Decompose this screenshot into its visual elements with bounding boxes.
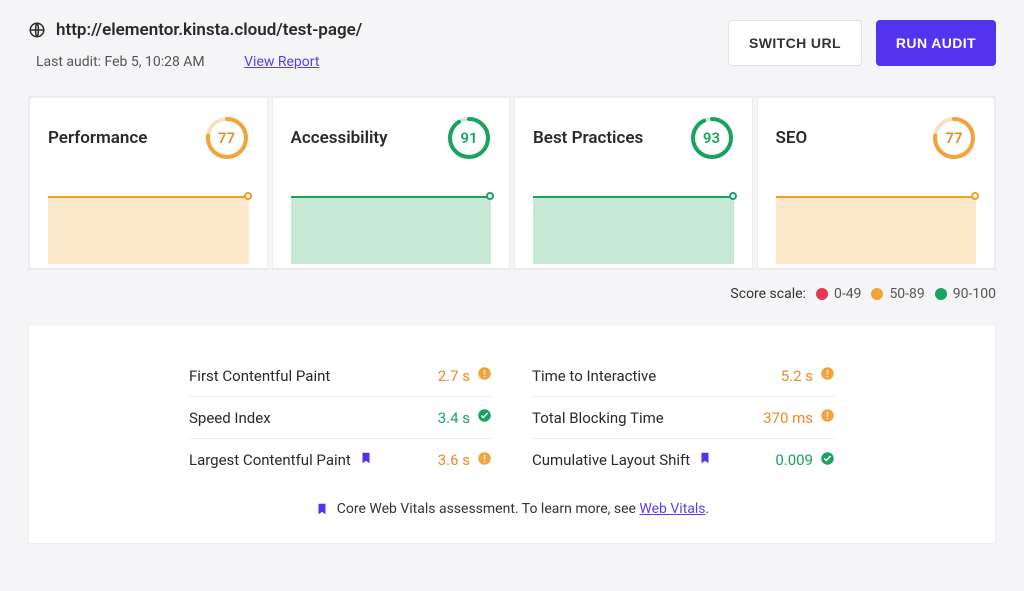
vitals-suffix: . — [706, 501, 710, 517]
check-icon — [477, 408, 492, 427]
metrics-col-left: First Contentful Paint 2.7 s Speed Index 3.… — [189, 355, 492, 481]
score-scale: Score scale: 0-49 50-89 90-100 — [28, 286, 996, 302]
metric-name: Largest Contentful Paint — [189, 450, 373, 470]
scorecards: Performance 77 Accessibility 91 Best Pra… — [28, 96, 996, 270]
url-row: http://elementor.kinsta.cloud/test-page/ — [28, 20, 728, 40]
header: http://elementor.kinsta.cloud/test-page/… — [28, 20, 996, 70]
card-title: Accessibility — [291, 128, 388, 148]
gauge-score: 77 — [932, 116, 976, 160]
page-url: http://elementor.kinsta.cloud/test-page/ — [56, 20, 362, 40]
switch-url-button[interactable]: SWITCH URL — [728, 20, 862, 66]
sparkline — [533, 196, 734, 268]
bookmark-icon — [698, 450, 712, 470]
gauge-performance: 77 — [205, 116, 249, 160]
card-title: Best Practices — [533, 128, 643, 148]
warn-icon — [820, 408, 835, 427]
scorecard-accessibility[interactable]: Accessibility 91 — [272, 97, 511, 269]
sparkline — [48, 196, 249, 268]
dot-orange-icon — [871, 288, 883, 300]
check-icon — [820, 451, 835, 470]
scorecard-performance[interactable]: Performance 77 — [29, 97, 268, 269]
warn-icon — [477, 366, 492, 385]
header-left: http://elementor.kinsta.cloud/test-page/… — [28, 20, 728, 70]
header-actions: SWITCH URL RUN AUDIT — [728, 20, 996, 66]
gauge-score: 91 — [447, 116, 491, 160]
warn-icon — [477, 451, 492, 470]
dot-green-icon — [935, 288, 947, 300]
metric-value: 5.2 s — [781, 366, 835, 385]
metric-value: 3.4 s — [438, 408, 492, 427]
metric-row: Time to Interactive 5.2 s — [532, 355, 835, 397]
metric-value: 2.7 s — [438, 366, 492, 385]
metric-row: Largest Contentful Paint 3.6 s — [189, 439, 492, 481]
dot-red-icon — [816, 288, 828, 300]
metric-row: First Contentful Paint 2.7 s — [189, 355, 492, 397]
metric-name: Cumulative Layout Shift — [532, 450, 712, 470]
metric-value: 370 ms — [763, 408, 835, 427]
metric-value: 0.009 — [775, 451, 835, 470]
metric-name: First Contentful Paint — [189, 367, 330, 385]
metric-value: 3.6 s — [438, 451, 492, 470]
globe-icon — [28, 21, 46, 39]
bookmark-icon — [315, 501, 329, 517]
run-audit-button[interactable]: RUN AUDIT — [876, 20, 996, 66]
vitals-note: Core Web Vitals assessment. To learn mor… — [189, 501, 835, 517]
scale-red: 0-49 — [816, 286, 861, 302]
scale-label: Score scale: — [730, 286, 806, 302]
gauge-score: 77 — [205, 116, 249, 160]
gauge-score: 93 — [690, 116, 734, 160]
gauge-best-practices: 93 — [690, 116, 734, 160]
metrics-panel: First Contentful Paint 2.7 s Speed Index 3.… — [28, 324, 996, 544]
metric-row: Total Blocking Time 370 ms — [532, 397, 835, 439]
sparkline — [291, 196, 492, 268]
gauge-seo: 77 — [932, 116, 976, 160]
warn-icon — [820, 366, 835, 385]
gauge-accessibility: 91 — [447, 116, 491, 160]
card-title: Performance — [48, 128, 147, 148]
last-audit-label: Last audit: Feb 5, 10:28 AM — [36, 54, 205, 70]
bookmark-icon — [359, 450, 373, 470]
scorecard-best-practices[interactable]: Best Practices 93 — [514, 97, 753, 269]
web-vitals-link[interactable]: Web Vitals — [639, 501, 705, 517]
view-report-link[interactable]: View Report — [244, 54, 319, 70]
metric-name: Speed Index — [189, 409, 271, 427]
card-title: SEO — [776, 128, 808, 148]
metric-name: Total Blocking Time — [532, 409, 664, 427]
scorecard-seo[interactable]: SEO 77 — [757, 97, 996, 269]
metric-row: Cumulative Layout Shift 0.009 — [532, 439, 835, 481]
vitals-text: Core Web Vitals assessment. To learn mor… — [337, 501, 640, 517]
metrics-col-right: Time to Interactive 5.2 s Total Blocking T… — [532, 355, 835, 481]
scale-orange: 50-89 — [871, 286, 924, 302]
sparkline — [776, 196, 977, 268]
metric-name: Time to Interactive — [532, 367, 656, 385]
scale-green: 90-100 — [935, 286, 996, 302]
metric-row: Speed Index 3.4 s — [189, 397, 492, 439]
meta-row: Last audit: Feb 5, 10:28 AM View Report — [36, 54, 728, 70]
